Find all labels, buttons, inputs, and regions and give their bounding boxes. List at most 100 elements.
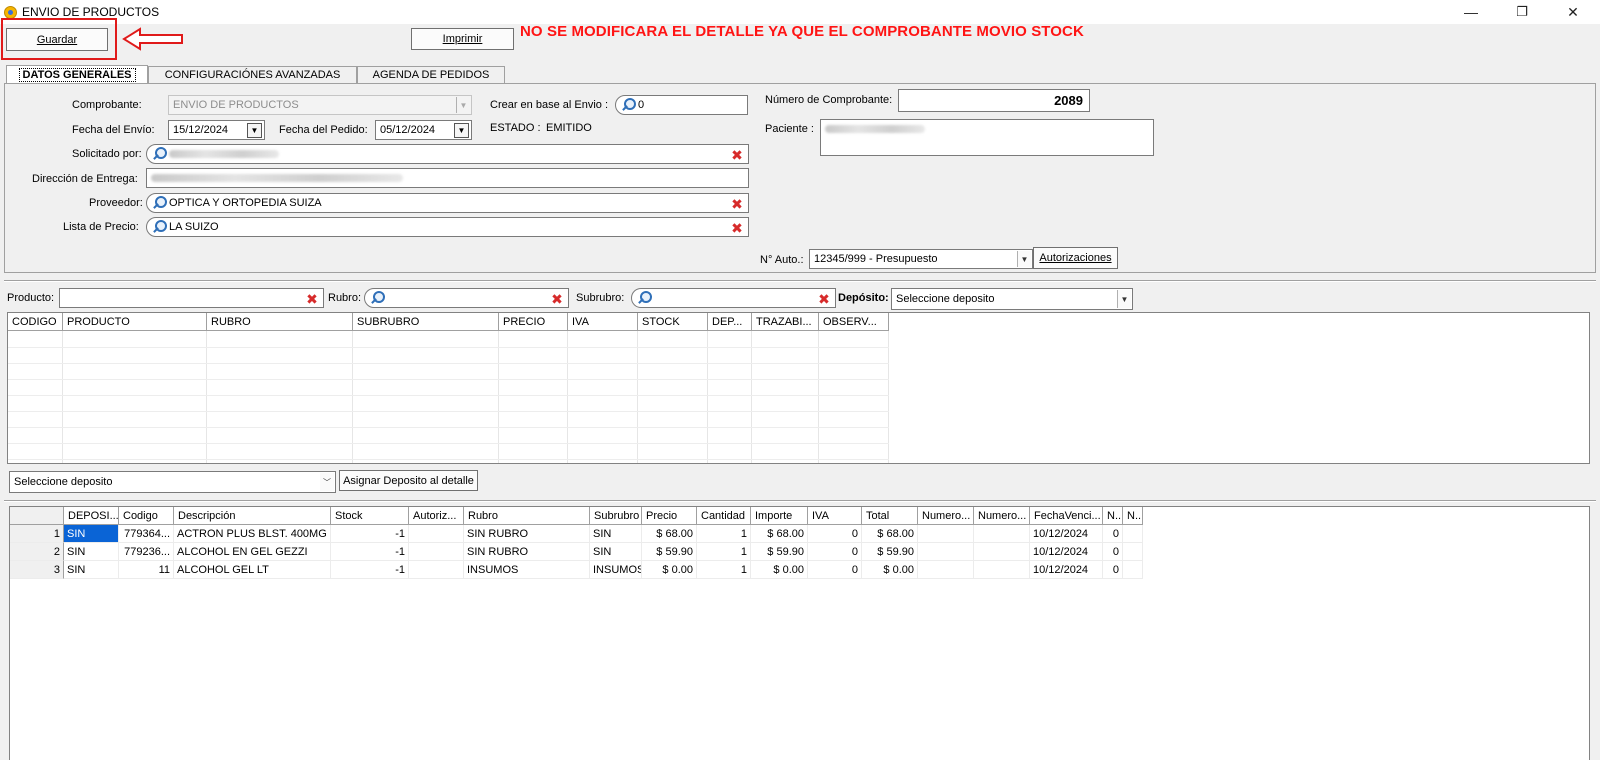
table-cell[interactable]: 1 <box>697 543 751 561</box>
clear-icon[interactable]: ✖ <box>730 148 744 162</box>
solicitado-field[interactable]: ✖ <box>146 144 749 164</box>
clear-icon[interactable]: ✖ <box>817 292 831 306</box>
column-header[interactable]: Numero... <box>974 507 1030 525</box>
table-cell[interactable] <box>409 525 464 543</box>
table-cell[interactable]: ALCOHOL GEL LT <box>174 561 331 579</box>
column-header[interactable]: Descripción <box>174 507 331 525</box>
calendar-dropdown-icon[interactable]: ▼ <box>454 123 469 138</box>
table-cell[interactable]: $ 68.00 <box>751 525 808 543</box>
table-cell[interactable] <box>1123 543 1143 561</box>
table-cell[interactable]: 0 <box>808 561 862 579</box>
table-cell[interactable]: SIN <box>64 525 119 543</box>
table-cell[interactable]: 11 <box>119 561 174 579</box>
table-cell[interactable] <box>974 525 1030 543</box>
clear-icon[interactable]: ✖ <box>305 292 319 306</box>
table-cell[interactable]: 779364... <box>119 525 174 543</box>
minimize-button[interactable]: — <box>1448 0 1494 24</box>
column-header[interactable]: Stock <box>331 507 409 525</box>
row-number[interactable]: 1 <box>10 525 64 543</box>
table-cell[interactable]: SIN <box>64 561 119 579</box>
table-cell[interactable] <box>918 543 974 561</box>
numero-comprobante-field[interactable]: 2089 <box>898 89 1090 112</box>
search-icon[interactable] <box>636 290 652 306</box>
row-number[interactable]: 3 <box>10 561 64 579</box>
table-cell[interactable]: ACTRON PLUS BLST. 400MG <box>174 525 331 543</box>
comprobante-select[interactable]: ENVIO DE PRODUCTOS ▼ <box>168 95 472 115</box>
table-cell[interactable]: 1 <box>697 561 751 579</box>
lista-precio-field[interactable]: LA SUIZO ✖ <box>146 217 749 237</box>
row-number[interactable]: 2 <box>10 543 64 561</box>
table-cell[interactable]: SIN <box>590 525 642 543</box>
table-cell[interactable] <box>1123 525 1143 543</box>
product-grid[interactable]: CODIGO PRODUCTO RUBRO SUBRUBRO PRECIO IVA STOC… <box>7 312 1590 464</box>
table-cell[interactable] <box>1123 561 1143 579</box>
table-cell[interactable]: 0 <box>1103 525 1123 543</box>
table-cell[interactable]: $ 59.90 <box>862 543 918 561</box>
column-header[interactable]: IVA <box>568 313 638 331</box>
search-icon[interactable] <box>151 195 167 211</box>
close-button[interactable]: ✕ <box>1550 0 1596 24</box>
table-cell[interactable]: INSUMOS <box>464 561 590 579</box>
table-cell[interactable]: ALCOHOL EN GEL GEZZI <box>174 543 331 561</box>
deposito-filter-select[interactable]: Seleccione deposito ▼ <box>891 288 1133 310</box>
table-cell[interactable] <box>918 561 974 579</box>
direccion-field[interactable] <box>146 168 749 188</box>
crear-en-base-field[interactable]: 0 <box>615 95 748 115</box>
column-header[interactable]: DEPOSI... <box>64 507 119 525</box>
clear-icon[interactable]: ✖ <box>730 221 744 235</box>
table-cell[interactable]: 10/12/2024 <box>1030 525 1103 543</box>
table-cell[interactable]: $ 68.00 <box>862 525 918 543</box>
calendar-dropdown-icon[interactable]: ▼ <box>247 123 262 138</box>
table-cell[interactable]: SIN <box>590 543 642 561</box>
restore-button[interactable]: ❐ <box>1499 0 1545 24</box>
column-header[interactable]: RUBRO <box>207 313 353 331</box>
assign-deposito-button[interactable]: Asignar Deposito al detalle <box>339 470 478 491</box>
table-cell[interactable]: 0 <box>808 525 862 543</box>
tab-configuraciones-avanzadas[interactable]: CONFIGURACIÓNES AVANZADAS <box>148 66 357 83</box>
row-header-corner[interactable] <box>10 507 64 525</box>
table-cell[interactable]: SIN <box>64 543 119 561</box>
column-header[interactable]: Codigo <box>119 507 174 525</box>
table-cell[interactable]: 0 <box>1103 543 1123 561</box>
column-header[interactable]: Numero... <box>918 507 974 525</box>
table-cell[interactable]: $ 68.00 <box>642 525 697 543</box>
column-header[interactable]: SUBRUBRO <box>353 313 499 331</box>
search-icon[interactable] <box>369 290 385 306</box>
column-header[interactable]: Autoriz... <box>409 507 464 525</box>
column-header[interactable]: FechaVenci... <box>1030 507 1103 525</box>
column-header[interactable]: Cantidad <box>697 507 751 525</box>
table-cell[interactable]: -1 <box>331 525 409 543</box>
table-cell[interactable]: INSUMOS <box>590 561 642 579</box>
column-header[interactable]: N... <box>1123 507 1143 525</box>
clear-icon[interactable]: ✖ <box>550 292 564 306</box>
detail-grid[interactable]: DEPOSI... Codigo Descripción Stock Autoriz..… <box>9 506 1590 760</box>
table-cell[interactable]: -1 <box>331 561 409 579</box>
table-cell[interactable]: $ 0.00 <box>751 561 808 579</box>
clear-icon[interactable]: ✖ <box>730 197 744 211</box>
print-button[interactable]: Imprimir <box>411 28 514 50</box>
tab-agenda-de-pedidos[interactable]: AGENDA DE PEDIDOS <box>357 66 505 83</box>
column-header[interactable]: PRODUCTO <box>63 313 207 331</box>
table-cell[interactable]: $ 0.00 <box>862 561 918 579</box>
search-icon[interactable] <box>620 97 636 113</box>
search-icon[interactable] <box>151 219 167 235</box>
table-cell[interactable]: SIN RUBRO <box>464 543 590 561</box>
assign-deposito-select[interactable]: Seleccione deposito ﹀ <box>9 471 336 493</box>
proveedor-field[interactable]: OPTICA Y ORTOPEDIA SUIZA ✖ <box>146 193 749 213</box>
producto-filter-input[interactable]: ✖ <box>59 288 324 308</box>
column-header[interactable]: IVA <box>808 507 862 525</box>
autorizaciones-button[interactable]: Autorizaciones <box>1033 247 1118 269</box>
column-header[interactable]: TRAZABI... <box>752 313 819 331</box>
table-cell[interactable]: $ 0.00 <box>642 561 697 579</box>
subrubro-filter-input[interactable]: ✖ <box>631 288 836 308</box>
save-button[interactable]: Guardar <box>6 28 108 51</box>
tab-datos-generales[interactable]: DATOS GENERALES <box>6 65 148 84</box>
column-header[interactable]: Importe <box>751 507 808 525</box>
table-cell[interactable]: $ 59.90 <box>642 543 697 561</box>
table-cell[interactable]: 0 <box>1103 561 1123 579</box>
column-header[interactable]: STOCK <box>638 313 708 331</box>
column-header[interactable]: CODIGO <box>8 313 63 331</box>
table-cell[interactable] <box>974 543 1030 561</box>
table-cell[interactable]: 10/12/2024 <box>1030 561 1103 579</box>
table-cell[interactable] <box>409 561 464 579</box>
